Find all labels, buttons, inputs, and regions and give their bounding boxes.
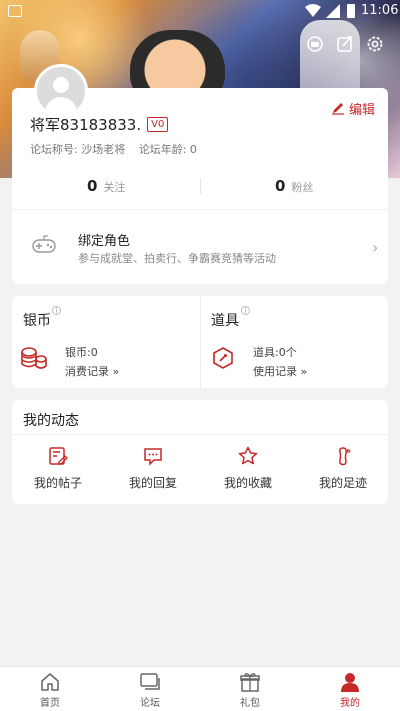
info-icon[interactable]: i: [52, 306, 61, 315]
notification-icon: [8, 5, 22, 17]
my-footprints-button[interactable]: 我的足迹: [308, 446, 378, 491]
wallet-card: 银币 i 银币:0 消费记录 » 道具 i 道具:0个 使用记录 »: [12, 296, 388, 388]
settings-icon[interactable]: [365, 34, 385, 54]
stats-divider: [200, 178, 201, 194]
items-value: 道具:0个: [253, 346, 297, 359]
my-favorites-button[interactable]: 我的收藏: [213, 446, 283, 491]
avatar[interactable]: [34, 64, 88, 118]
star-icon: [238, 446, 258, 465]
home-icon: [41, 673, 59, 691]
edit-profile-button[interactable]: 编辑: [331, 98, 375, 118]
following-label: 关注: [103, 181, 126, 194]
edit-label: 编辑: [349, 102, 376, 118]
gamepad-icon: [32, 235, 56, 253]
my-footprints-label: 我的足迹: [318, 476, 367, 490]
fans-label: 粉丝: [291, 181, 314, 194]
pencil-icon: [332, 103, 344, 115]
silver-history-link[interactable]: 消费记录 »: [65, 363, 119, 379]
my-posts-label: 我的帖子: [33, 476, 82, 490]
fans-stat[interactable]: 0 粉丝: [275, 177, 313, 197]
battery-icon: [347, 4, 355, 18]
my-posts-button[interactable]: 我的帖子: [23, 446, 93, 491]
nav-home-label: 首页: [40, 698, 60, 709]
bind-role-row[interactable]: 绑定角色 参与成就堂、拍卖行、争霸赛竞猜等活动 ›: [12, 210, 388, 284]
username: 将军83183833.: [30, 116, 142, 134]
coins-icon: [21, 347, 47, 369]
profile-icon: [341, 673, 359, 692]
items-title: 道具: [211, 313, 239, 329]
share-icon[interactable]: [335, 34, 355, 54]
my-replies-button[interactable]: 我的回复: [118, 446, 188, 491]
level-badge: V0: [147, 117, 169, 132]
my-replies-label: 我的回复: [128, 476, 177, 490]
message-icon[interactable]: [305, 34, 325, 54]
bind-role-title: 绑定角色: [78, 234, 131, 249]
gift-icon: [240, 673, 260, 692]
post-icon: [49, 447, 68, 465]
fans-count: 0: [275, 177, 286, 195]
bind-role-subtitle: 参与成就堂、拍卖行、争霸赛竞猜等活动: [78, 252, 276, 265]
activity-title: 我的动态: [23, 413, 79, 429]
nav-gift[interactable]: 礼包: [225, 671, 275, 709]
username-row: 将军83183833. V0: [30, 114, 169, 135]
activity-divider: [12, 434, 388, 435]
following-stat[interactable]: 0 关注: [87, 177, 125, 197]
status-bar: 11:06: [0, 0, 400, 22]
nav-profile-label: 我的: [340, 698, 360, 709]
activity-card: 我的动态 我的帖子 我的回复 我的收藏 我的足迹: [12, 400, 388, 504]
my-favorites-label: 我的收藏: [223, 476, 272, 490]
nav-gift-label: 礼包: [240, 698, 260, 709]
reply-icon: [144, 448, 162, 466]
forum-title: 论坛称号: 沙场老将: [30, 143, 126, 156]
item-icon: [213, 347, 233, 369]
items-history-link[interactable]: 使用记录 »: [253, 363, 307, 379]
silver-title: 银币: [23, 313, 51, 329]
chevron-right-icon: ›: [372, 238, 379, 257]
signal-icon: [326, 4, 340, 18]
wallet-divider: [200, 296, 201, 388]
profile-meta: 论坛称号: 沙场老将 论坛年龄: 0: [30, 141, 197, 157]
status-time: 11:06: [361, 3, 399, 18]
wifi-icon: [305, 4, 321, 17]
info-icon[interactable]: i: [241, 306, 250, 315]
forum-age: 论坛年龄: 0: [138, 143, 197, 156]
forum-icon: [140, 673, 160, 690]
footprint-icon: [339, 447, 351, 466]
nav-forum[interactable]: 论坛: [125, 671, 175, 709]
nav-forum-label: 论坛: [140, 698, 160, 709]
silver-value: 银币:0: [65, 346, 98, 359]
nav-home[interactable]: 首页: [25, 671, 75, 709]
bottom-nav: 首页 论坛 礼包 我的: [0, 666, 400, 711]
following-count: 0: [87, 177, 98, 195]
nav-profile[interactable]: 我的: [325, 671, 375, 709]
